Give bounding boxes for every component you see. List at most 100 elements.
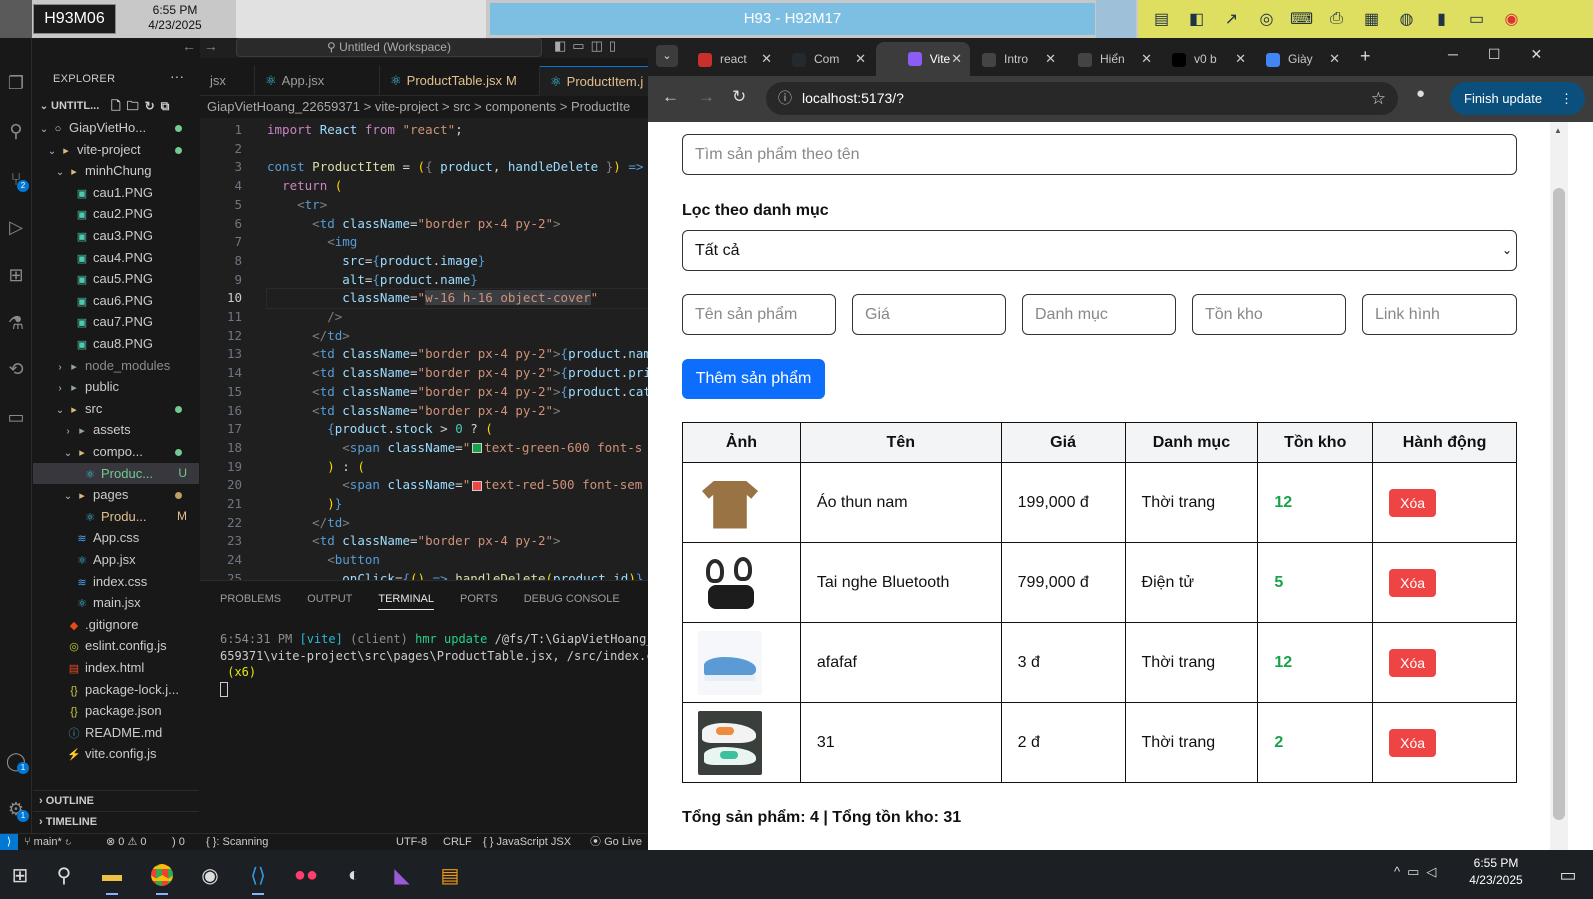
chat-icon[interactable]: ▭ <box>1461 4 1492 34</box>
finish-update-button[interactable]: Finish update ⋮ <box>1450 82 1585 115</box>
browser-tab[interactable]: v0 b ✕ <box>1160 42 1254 76</box>
scrollbar-thumb[interactable] <box>1553 188 1565 820</box>
tree-item[interactable]: ◎ eslint.config.js <box>33 635 199 657</box>
chat-icon[interactable]: ▭ <box>0 400 32 434</box>
ports-status[interactable]: ) 0 <box>172 834 185 850</box>
tree-item[interactable]: ⌄ ▸ pages <box>33 484 199 506</box>
code-line[interactable]: ) : ( <box>267 458 365 477</box>
panel-tab[interactable]: DEBUG CONSOLE <box>524 593 620 610</box>
code-line[interactable]: )} <box>267 495 342 514</box>
stock-field[interactable]: Tồn kho <box>1192 294 1346 335</box>
code-line[interactable]: <td className="border px-4 py-2"> <box>267 215 560 234</box>
tree-item[interactable]: ⌄ ▸ src <box>33 398 199 420</box>
price-field[interactable]: Giá <box>852 294 1006 335</box>
windows-start-icon[interactable]: ⊞ <box>0 855 40 895</box>
tree-item[interactable]: ▣ cau3.PNG <box>33 225 199 247</box>
run-debug-icon[interactable]: ▷ <box>0 210 32 244</box>
panel-tab[interactable]: TERMINAL <box>378 593 434 610</box>
code-line[interactable]: alt={product.name} <box>267 271 478 290</box>
explorer-actions[interactable]: 🗋🗀↻⧉ <box>111 96 175 118</box>
printer-icon[interactable]: ⎙ <box>1321 4 1352 34</box>
eclipse-icon[interactable]: ◐ <box>334 855 374 895</box>
tree-item[interactable]: › ▸ public <box>33 376 199 398</box>
taskbar-clock[interactable]: 6:55 PM 4/23/2025 <box>1456 855 1536 889</box>
disc-icon[interactable]: ◎ <box>1251 4 1282 34</box>
panel-tab[interactable]: OUTPUT <box>307 593 352 610</box>
image-link-field[interactable]: Link hình <box>1362 294 1517 335</box>
briefcase-icon[interactable]: ◧ <box>1181 4 1212 34</box>
tree-item[interactable]: ▣ cau2.PNG <box>33 203 199 225</box>
delete-button[interactable]: Xóa <box>1389 648 1437 677</box>
notifications-icon[interactable]: ▭ <box>1548 855 1588 895</box>
go-live-button[interactable]: ⦿ Go Live <box>590 834 642 850</box>
bookmark-star-icon[interactable]: ☆ <box>1371 82 1386 115</box>
tree-item[interactable]: ▣ cau1.PNG <box>33 182 199 204</box>
close-tab-icon[interactable]: ✕ <box>1141 42 1152 76</box>
pdf-icon[interactable]: ▤ <box>430 855 470 895</box>
file-icon[interactable]: ▤ <box>1146 4 1177 34</box>
browser-tab[interactable]: Giày ✕ <box>1254 42 1348 76</box>
terminal-output[interactable]: 6:54:31 PM [vite] (client) hmr update /@… <box>220 631 668 697</box>
name-field[interactable]: Tên sản phẩm <box>682 294 836 335</box>
workspace-header[interactable]: ⌄ UNTITL... 🗋🗀↻⧉ <box>33 96 199 118</box>
close-tab-icon[interactable]: ✕ <box>761 42 772 76</box>
tree-item[interactable]: ▣ cau8.PNG <box>33 333 199 355</box>
browser-tab[interactable]: Com ✕ <box>780 42 874 76</box>
code-line[interactable]: <tr> <box>267 196 327 215</box>
vscode-icon[interactable]: ⟨⟩ <box>238 855 278 895</box>
command-center[interactable]: ⚲ Untitled (Workspace) <box>236 38 542 57</box>
delete-button[interactable]: Xóa <box>1389 488 1437 517</box>
pin-icon[interactable] <box>0 0 32 38</box>
tree-item[interactable]: ≋ App.css <box>33 527 199 549</box>
outline-section[interactable]: › OUTLINE <box>33 790 199 811</box>
code-line[interactable]: </td> <box>267 327 350 346</box>
tree-item[interactable]: {} package.json <box>33 700 199 722</box>
window-controls[interactable]: ─☐✕ <box>1448 46 1572 63</box>
tree-item[interactable]: ⌄ ○ GiapVietHo... <box>33 117 199 139</box>
lifebuoy-icon[interactable]: ◉ <box>1496 4 1527 34</box>
code-line[interactable]: <img <box>267 233 357 252</box>
source-control-icon[interactable]: ⑂ 2 <box>0 162 32 196</box>
visual-studio-icon[interactable]: ◣ <box>382 855 422 895</box>
panel-tab[interactable]: PROBLEMS <box>220 593 281 610</box>
tree-item[interactable]: ▣ cau4.PNG <box>33 247 199 269</box>
explorer-icon[interactable]: ❐ <box>0 66 32 100</box>
tree-item[interactable]: ⚡ vite.config.js <box>33 743 199 765</box>
code-line[interactable]: const ProductItem = ({ product, handleDe… <box>267 158 643 177</box>
branch-status[interactable]: ⑂ main* ↻ <box>24 834 71 850</box>
testing-icon[interactable]: ⚗ <box>0 306 32 340</box>
tree-item[interactable]: ⓘ README.md <box>33 722 199 744</box>
browser-tab[interactable]: Hiển ✕ <box>1066 42 1160 76</box>
tree-item[interactable]: ⚛ App.jsx <box>33 549 199 571</box>
tree-item[interactable]: ⚛ Produ... M <box>33 506 199 528</box>
code-line[interactable]: onClick={() => handleDelete(product.id)} <box>267 570 643 580</box>
close-tab-icon[interactable]: ✕ <box>1235 42 1246 76</box>
address-bar[interactable]: ⓘ localhost:5173/? ☆ <box>766 82 1398 115</box>
layout-icons[interactable]: ◧▭◫▯ <box>554 38 622 54</box>
code-line[interactable]: <button <box>267 551 380 570</box>
code-line[interactable]: import React from "react"; <box>267 121 463 140</box>
tree-item[interactable]: ≋ index.css <box>33 571 199 593</box>
tree-item[interactable]: ⚛ main.jsx <box>33 592 199 614</box>
tree-item[interactable]: ▣ cau6.PNG <box>33 290 199 312</box>
tree-item[interactable]: › ▸ assets <box>33 419 199 441</box>
code-line[interactable]: <td className="border px-4 py-2">{produc… <box>267 383 650 402</box>
panel-tab[interactable]: PORTS <box>460 593 498 610</box>
search-icon[interactable]: ⚲ <box>0 114 32 148</box>
app-icon[interactable]: ◉ <box>190 855 230 895</box>
tree-item[interactable]: ▤ index.html <box>33 657 199 679</box>
encoding-status[interactable]: UTF-8 <box>396 834 427 850</box>
add-product-button[interactable]: Thêm sản phẩm <box>682 359 825 399</box>
tree-item[interactable]: ⚛ Produc... U <box>33 462 199 485</box>
problems-status[interactable]: ⊗ 0 ⚠ 0 <box>106 834 146 850</box>
account-icon[interactable]: ◯ 1 <box>0 744 32 778</box>
reload-icon[interactable]: ↻ <box>732 87 746 107</box>
editor-tab[interactable]: ⚛ ProductItem.j <box>540 66 650 96</box>
tab-search-icon[interactable]: ⌄ <box>656 45 678 67</box>
code-line[interactable]: src={product.image} <box>267 252 485 271</box>
tree-item[interactable]: ⌄ ▸ minhChung <box>33 160 199 182</box>
delete-button[interactable]: Xóa <box>1389 728 1437 757</box>
timeline-section[interactable]: › TIMELINE <box>33 811 199 832</box>
code-line[interactable]: <td className="border px-4 py-2"> <box>267 532 560 551</box>
more-actions-icon[interactable]: ··· <box>170 68 184 84</box>
